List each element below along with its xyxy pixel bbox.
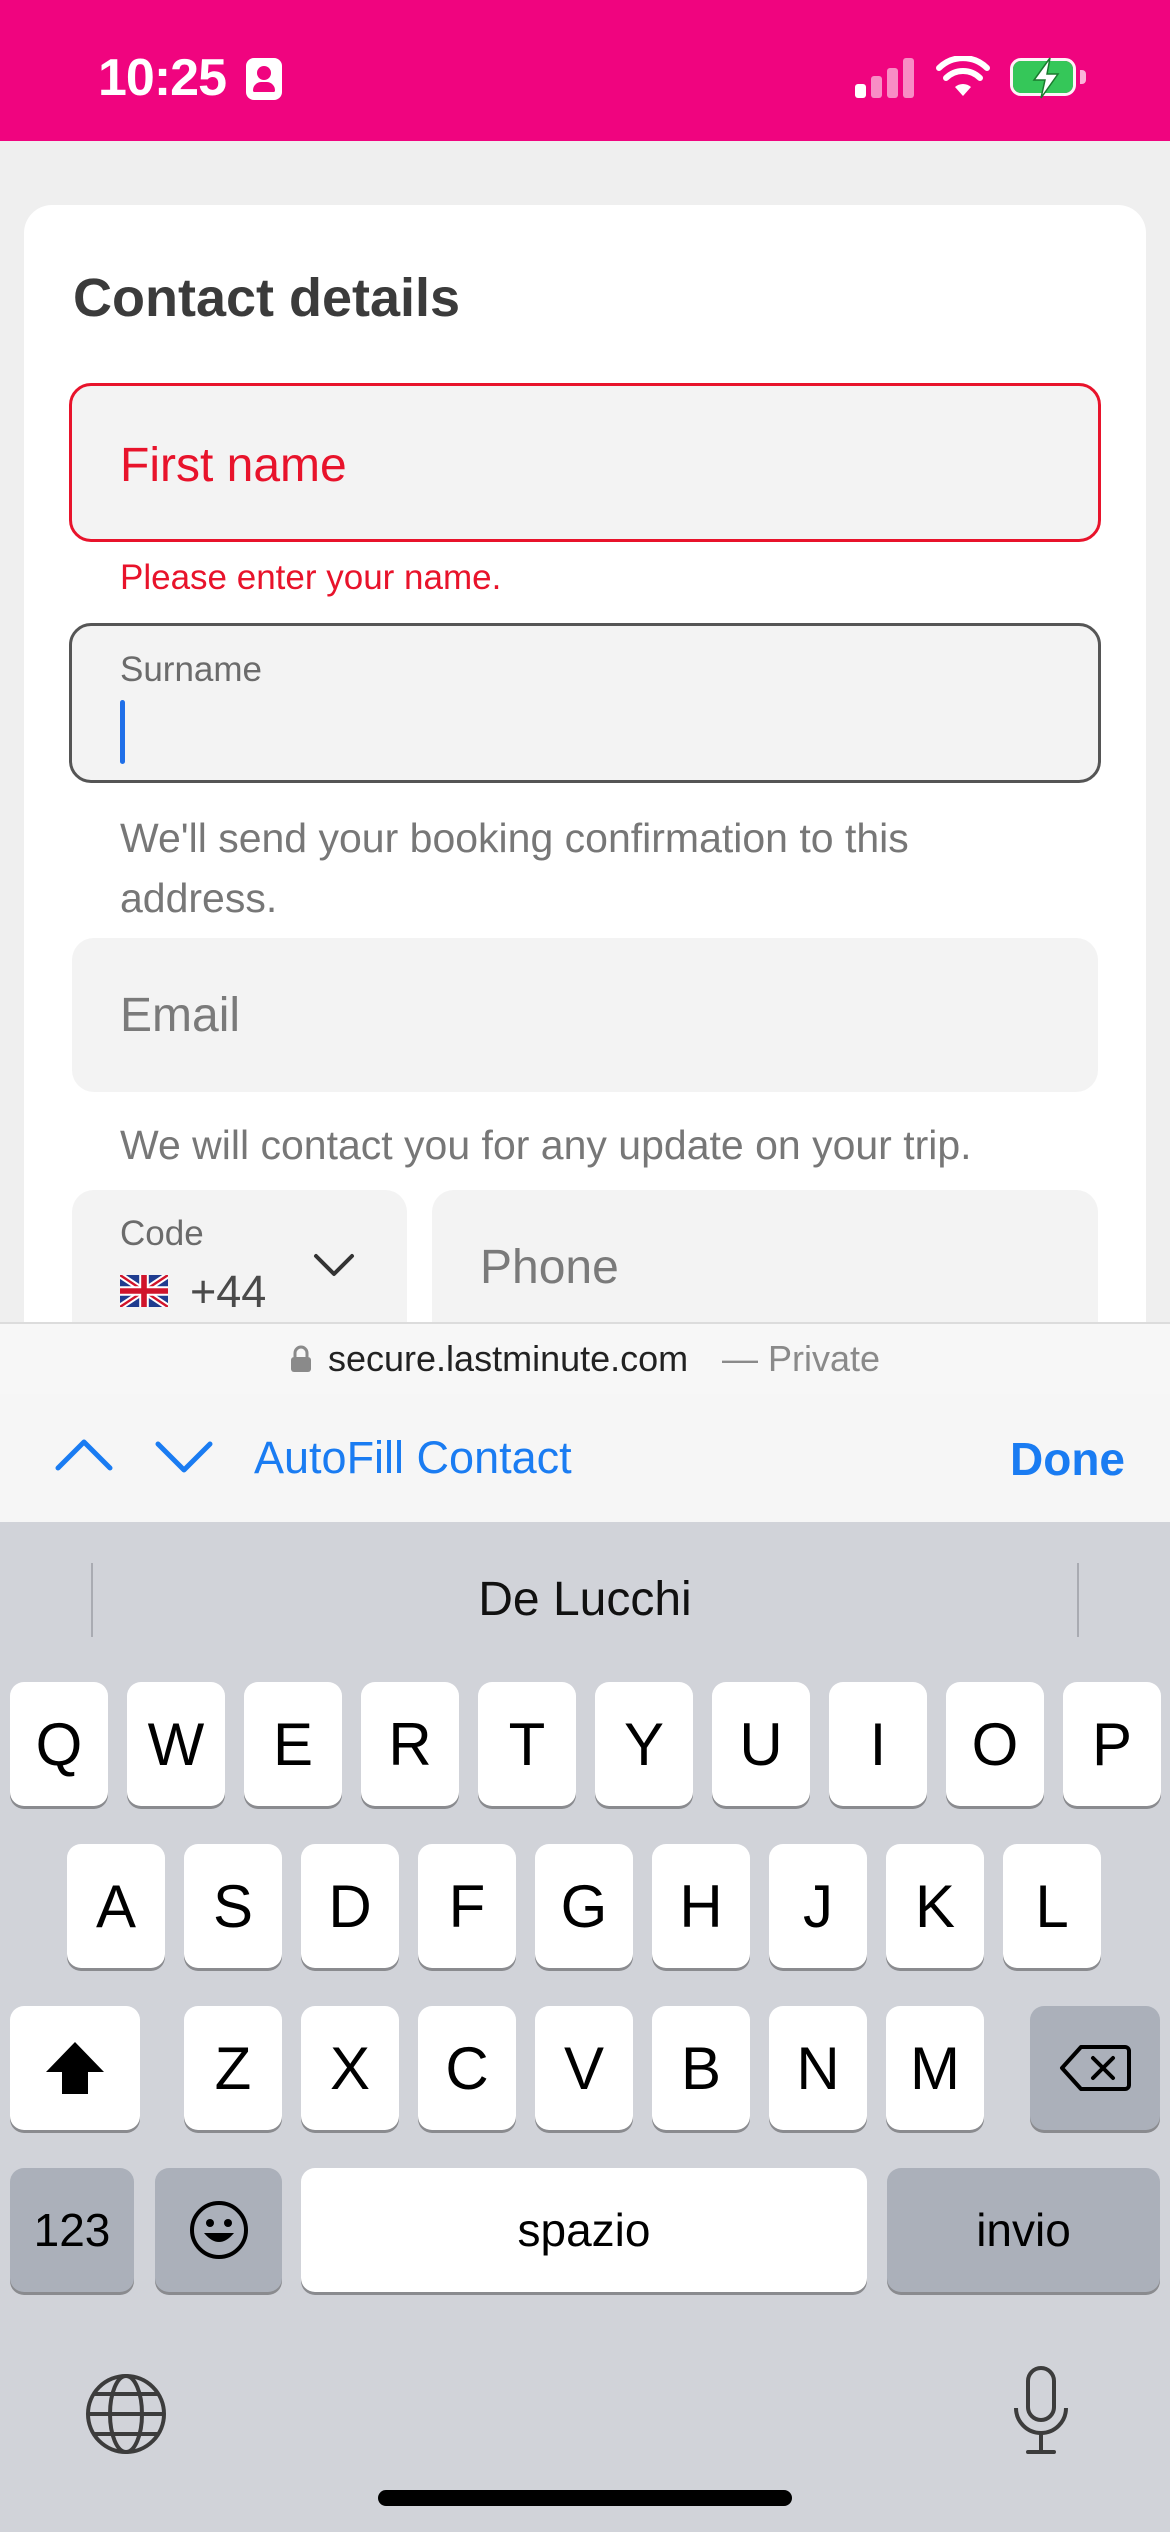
key-c[interactable]: C	[418, 2006, 516, 2130]
key-e[interactable]: E	[244, 1682, 342, 1806]
wifi-icon	[936, 56, 990, 96]
key-f[interactable]: F	[418, 1844, 516, 1968]
code-label: Code	[120, 1214, 204, 1253]
globe-icon[interactable]	[84, 2372, 168, 2456]
key-g[interactable]: G	[535, 1844, 633, 1968]
chevron-down-icon	[314, 1254, 354, 1276]
microphone-icon[interactable]	[1010, 2364, 1072, 2458]
first-name-error: Please enter your name.	[120, 558, 502, 597]
key-w[interactable]: W	[127, 1682, 225, 1806]
key-t[interactable]: T	[478, 1682, 576, 1806]
emoji-icon	[189, 2201, 248, 2259]
return-key[interactable]: invio	[887, 2168, 1160, 2292]
backspace-icon	[1060, 2045, 1131, 2091]
key-n[interactable]: N	[769, 2006, 867, 2130]
key-m[interactable]: M	[886, 2006, 984, 2130]
key-z[interactable]: Z	[184, 2006, 282, 2130]
section-title: Contact details	[73, 268, 461, 328]
key-r[interactable]: R	[361, 1682, 459, 1806]
next-field-button[interactable]	[152, 1430, 216, 1482]
key-v[interactable]: V	[535, 2006, 633, 2130]
numbers-key[interactable]: 123	[10, 2168, 134, 2292]
key-a[interactable]: A	[67, 1844, 165, 1968]
private-mode-label: — Private	[722, 1338, 881, 1379]
key-l[interactable]: L	[1003, 1844, 1101, 1968]
key-p[interactable]: P	[1063, 1682, 1161, 1806]
space-key[interactable]: spazio	[301, 2168, 867, 2292]
phone-helper-text: We will contact you for any update on yo…	[120, 1122, 972, 1168]
key-q[interactable]: Q	[10, 1682, 108, 1806]
emoji-key[interactable]	[155, 2168, 282, 2292]
email-helper-text: We'll send your booking confirmation to …	[120, 815, 909, 921]
key-k[interactable]: K	[886, 1844, 984, 1968]
url-domain: secure.lastminute.com	[328, 1338, 689, 1379]
key-h[interactable]: H	[652, 1844, 750, 1968]
surname-field[interactable]	[69, 623, 1101, 783]
backspace-key[interactable]	[1030, 2006, 1160, 2130]
code-value: +44	[190, 1266, 267, 1317]
cellular-signal-icon	[855, 58, 915, 98]
surname-label: Surname	[120, 650, 263, 689]
battery-tip	[1080, 70, 1086, 84]
key-y[interactable]: Y	[595, 1682, 693, 1806]
key-s[interactable]: S	[184, 1844, 282, 1968]
lock-icon	[291, 1345, 311, 1372]
first-name-placeholder: First name	[120, 439, 347, 492]
done-button[interactable]: Done	[1010, 1432, 1125, 1486]
email-placeholder: Email	[120, 989, 241, 1042]
phone-placeholder: Phone	[480, 1241, 619, 1294]
uk-flag-icon	[120, 1275, 168, 1307]
contact-card-icon	[246, 58, 282, 100]
key-b[interactable]: B	[652, 2006, 750, 2130]
previous-field-button[interactable]	[52, 1430, 116, 1482]
autofill-contact-button[interactable]: AutoFill Contact	[254, 1432, 572, 1484]
home-indicator[interactable]	[378, 2490, 792, 2506]
key-u[interactable]: U	[712, 1682, 810, 1806]
shift-key[interactable]	[10, 2006, 140, 2130]
shift-icon	[46, 2042, 104, 2094]
key-j[interactable]: J	[769, 1844, 867, 1968]
key-o[interactable]: O	[946, 1682, 1044, 1806]
predictive-suggestion[interactable]: De Lucchi	[0, 1572, 1170, 1627]
key-d[interactable]: D	[301, 1844, 399, 1968]
status-time: 10:25	[98, 49, 227, 107]
key-i[interactable]: I	[829, 1682, 927, 1806]
charging-bolt-icon	[1032, 57, 1060, 99]
text-cursor	[120, 700, 125, 764]
key-x[interactable]: X	[301, 2006, 399, 2130]
